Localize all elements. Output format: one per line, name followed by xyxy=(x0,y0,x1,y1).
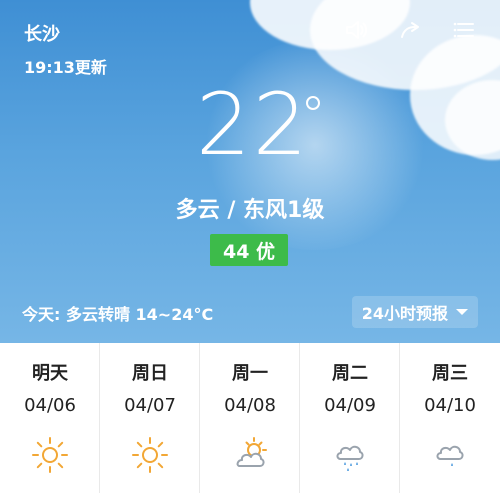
menu-icon[interactable] xyxy=(450,16,478,44)
daily-forecast: 明天 04/06 周日 04/07 周一 04/08 周二 04/09 周三 0… xyxy=(0,343,500,493)
partly-cloudy-icon xyxy=(230,435,270,475)
forecast-day-date: 04/10 xyxy=(424,395,476,416)
cloud-rain-icon xyxy=(430,435,470,475)
top-actions xyxy=(342,16,478,44)
city-name: 长沙 xyxy=(24,24,60,45)
forecast-day[interactable]: 周三 04/10 xyxy=(400,343,500,493)
cloud-rain-icon xyxy=(330,435,370,475)
sunny-icon xyxy=(30,435,70,475)
forecast-day-date: 04/07 xyxy=(124,395,176,416)
forecast-day-name: 周三 xyxy=(432,363,468,384)
forecast-day[interactable]: 明天 04/06 xyxy=(0,343,100,493)
weather-app: 长沙 19:13更新 22 多云 / 东风1级 44 优 今天: 多云转晴 14… xyxy=(0,0,500,493)
forecast-day-name: 周一 xyxy=(232,363,268,384)
update-time: 19:13更新 xyxy=(24,58,107,77)
forecast-day-name: 周日 xyxy=(132,363,168,384)
forecast-day-date: 04/08 xyxy=(224,395,276,416)
forecast-day-name: 周二 xyxy=(332,363,368,384)
hourly-forecast-button[interactable]: 24小时预报 xyxy=(351,296,478,328)
forecast-day[interactable]: 周二 04/09 xyxy=(300,343,400,493)
condition-text: 多云 / 东风1级 xyxy=(175,198,325,223)
forecast-day[interactable]: 周一 04/08 xyxy=(200,343,300,493)
speaker-icon[interactable] xyxy=(342,16,370,44)
share-icon[interactable] xyxy=(396,16,424,44)
hourly-forecast-label: 24小时预报 xyxy=(361,304,448,323)
weather-hero: 长沙 19:13更新 22 多云 / 东风1级 44 优 今天: 多云转晴 14… xyxy=(0,0,500,343)
degree-icon xyxy=(306,96,320,110)
forecast-day-name: 明天 xyxy=(32,363,68,384)
sunny-icon xyxy=(130,435,170,475)
forecast-day-date: 04/09 xyxy=(324,395,376,416)
aqi-badge[interactable]: 44 优 xyxy=(210,234,288,266)
temperature-block: 22 xyxy=(0,82,500,177)
forecast-day[interactable]: 周日 04/07 xyxy=(100,343,200,493)
today-summary: 今天: 多云转晴 14~24°C xyxy=(22,305,214,324)
current-temperature: 22 xyxy=(196,75,310,175)
forecast-day-date: 04/06 xyxy=(24,395,76,416)
chevron-down-icon xyxy=(456,309,468,315)
